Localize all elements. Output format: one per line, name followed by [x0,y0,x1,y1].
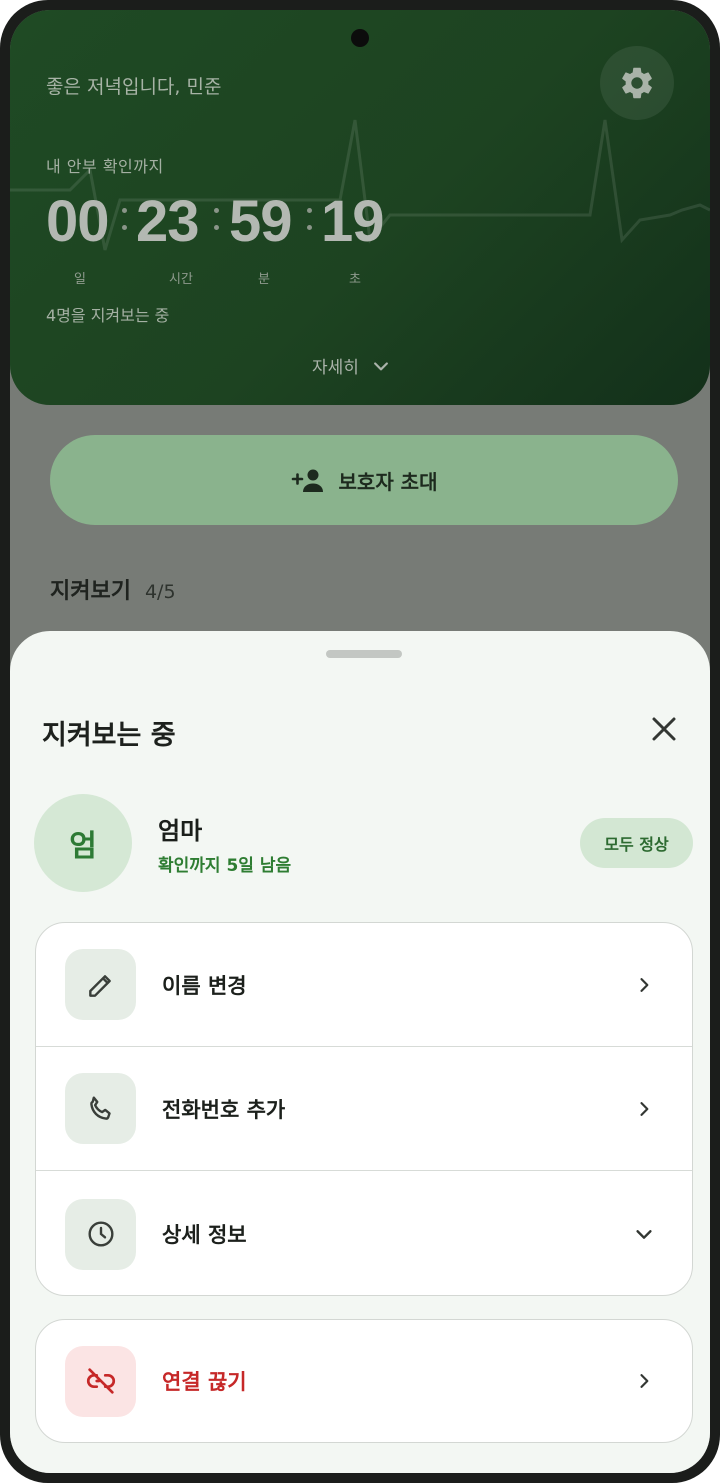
invite-guardian-label: 보호자 초대 [338,469,438,494]
watch-section-heading: 지켜보기 4/5 [50,573,176,605]
menu-item-label: 이름 변경 [162,973,247,998]
clock-icon-tile [65,1198,136,1270]
sheet-drag-handle[interactable] [326,650,402,658]
countdown-label: 내 안부 확인까지 [46,157,164,176]
countdown-separator [214,208,220,242]
watching-count-text: 4명을 지켜보는 중 [46,306,170,325]
gear-icon [622,67,652,99]
disconnect-button[interactable]: 연결 끊기 [35,1319,693,1443]
details-toggle-label: 자세히 [312,358,359,378]
avatar: 엄 [34,794,132,892]
device-frame: 좋은 저녁입니다, 민준 내 안부 확인까지 00 23 59 19 일 시간 … [0,0,720,1483]
clock-icon [87,1221,114,1247]
menu-item-label: 상세 정보 [162,1223,247,1247]
countdown-minutes: 59 [229,189,293,254]
person-add-icon [291,469,323,492]
chevron-right-icon [632,1369,656,1393]
menu-item-add-phone[interactable]: 전화번호 추가 [36,1047,692,1171]
menu-item-rename[interactable]: 이름 변경 [36,923,692,1047]
phone-icon [89,1095,111,1120]
disconnect-label: 연결 끊기 [162,1370,247,1394]
person-name: 엄마 [158,817,203,845]
watching-bottom-sheet: 지켜보는 중 엄 엄마 확인까지 5일 남음 모두 정상 이름 변경 전화번호 … [10,631,710,1473]
countdown-hours: 23 [136,189,200,254]
invite-guardian-button[interactable]: 보호자 초대 [50,435,678,525]
watch-section-count: 4/5 [144,581,176,603]
person-actions-menu: 이름 변경 전화번호 추가 상세 정보 [35,922,693,1296]
front-camera [351,29,369,47]
countdown-separator [122,208,128,242]
settings-button[interactable] [600,46,674,120]
chevron-down-icon [632,1222,656,1246]
countdown-unit-seconds: 초 [349,272,361,287]
countdown-unit-hours: 시간 [169,272,193,287]
greeting-text: 좋은 저녁입니다, 민준 [46,76,222,98]
avatar-initial: 엄 [69,829,97,864]
pencil-icon [88,974,111,997]
menu-item-label: 전화번호 추가 [162,1097,286,1122]
close-icon [652,717,676,741]
chevron-right-icon [632,973,656,997]
countdown-unit-days: 일 [74,272,86,287]
watch-section-title: 지켜보기 [50,579,131,604]
chevron-right-icon [632,1097,656,1121]
countdown-unit-minutes: 분 [258,272,270,287]
chevron-down-icon [374,361,388,370]
checkin-header-card: 좋은 저녁입니다, 민준 내 안부 확인까지 00 23 59 19 일 시간 … [10,10,710,405]
status-badge: 모두 정상 [580,818,693,868]
countdown-seconds: 19 [321,189,385,254]
menu-item-details[interactable]: 상세 정보 [36,1172,692,1295]
phone-icon-tile [65,1073,136,1144]
countdown-days: 00 [46,189,110,254]
close-button[interactable] [644,709,684,749]
app-screen: 좋은 저녁입니다, 민준 내 안부 확인까지 00 23 59 19 일 시간 … [10,10,710,1473]
pencil-icon-tile [65,949,136,1020]
sheet-title: 지켜보는 중 [42,720,176,751]
link-off-icon [86,1368,115,1394]
person-checkin-status: 확인까지 5일 남음 [158,856,292,876]
details-toggle-button[interactable]: 자세히 [312,353,391,378]
link-off-icon-tile [65,1345,136,1417]
countdown-separator [307,208,313,242]
